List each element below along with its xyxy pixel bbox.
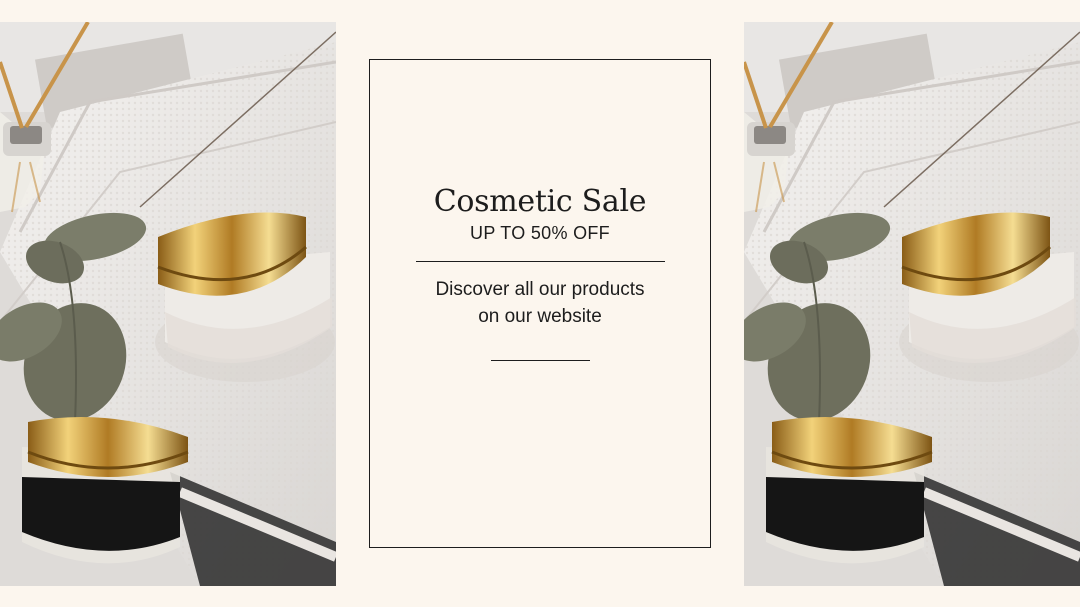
divider-long	[416, 261, 665, 262]
product-photo-left	[0, 22, 336, 586]
sale-card: Cosmetic Sale UP TO 50% OFF Discover all…	[369, 59, 711, 548]
cosmetic-jars-image	[744, 22, 1080, 586]
discover-line-2: on our website	[478, 306, 602, 327]
discover-line-1: Discover all our products	[435, 279, 645, 300]
discount-subtitle: UP TO 50% OFF	[470, 223, 610, 243]
cosmetic-jars-image	[0, 22, 336, 586]
product-photo-right	[744, 22, 1080, 586]
sale-title: Cosmetic Sale	[433, 184, 647, 219]
promo-slide: Cosmetic Sale UP TO 50% OFF Discover all…	[0, 0, 1080, 607]
discover-text: Discover all our products on our website	[370, 276, 710, 330]
divider-short	[491, 360, 590, 361]
